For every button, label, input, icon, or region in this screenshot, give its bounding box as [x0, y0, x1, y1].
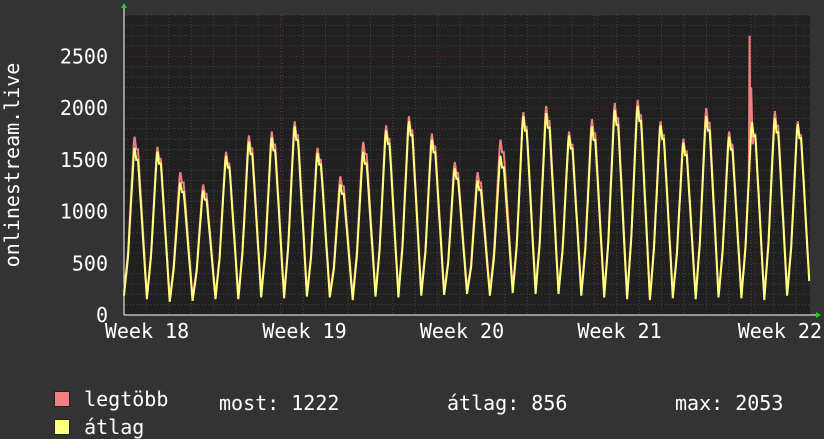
x-axis-arrow — [816, 312, 821, 318]
y-axis-arrow — [121, 3, 127, 8]
y-tick-label: 1000 — [60, 200, 108, 224]
legend-avg: átlag — [30, 391, 144, 439]
x-tick-label: Week 20 — [420, 319, 504, 343]
stat-max: max: 2053 — [675, 391, 784, 415]
x-tick-label: Week 19 — [262, 319, 346, 343]
y-tick-label: 2500 — [60, 44, 108, 68]
x-tick-label: Week 21 — [577, 319, 661, 343]
y-tick-label: 500 — [72, 251, 108, 275]
y-tick-label: 1500 — [60, 148, 108, 172]
stat-avg: átlag: 856 — [447, 391, 568, 415]
avg-label: átlag — [84, 415, 145, 439]
chart: 05001000150020002500Week 18 Week 19 Week 2… — [0, 3, 822, 343]
x-tick-label: Week 22 — [738, 319, 822, 343]
avg-swatch — [54, 419, 71, 435]
x-tick-label: Week 18 — [105, 319, 189, 343]
y-tick-label: 2000 — [60, 96, 108, 120]
stat-now: most: 1222 — [219, 391, 340, 415]
y-axis-label: onlinestream.live — [0, 63, 24, 268]
